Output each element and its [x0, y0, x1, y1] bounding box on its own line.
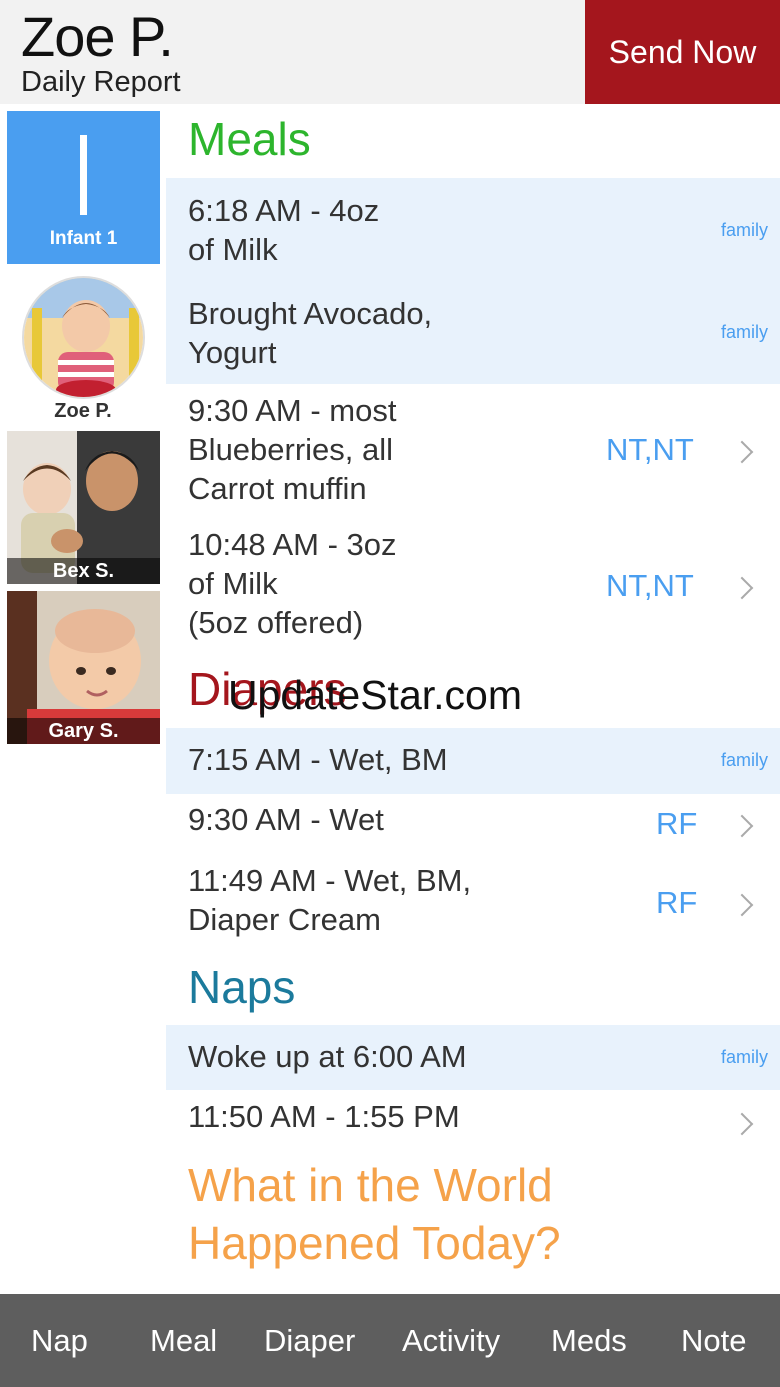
section-title-meals: Meals	[188, 113, 311, 165]
child-tile-gary[interactable]: Gary S.	[7, 591, 160, 744]
toolbar-nap-button[interactable]: Nap	[31, 1294, 88, 1387]
room-tile-infant-1[interactable]: Infant 1	[7, 111, 160, 264]
child-tile-name: Gary S.	[7, 718, 160, 744]
family-tag: family	[720, 322, 768, 342]
diaper-entry[interactable]: 11:49 AM - Wet, BM, Diaper Cream RF	[166, 856, 780, 950]
meal-entry[interactable]: 9:30 AM - most Blueberries, all Carrot m…	[166, 384, 780, 516]
staff-initials: RF	[656, 885, 698, 920]
chevron-right-icon	[730, 814, 754, 838]
nap-entry-text: Woke up at 6:00 AM	[188, 1039, 467, 1074]
nap-entry[interactable]: 11:50 AM - 1:55 PM	[166, 1090, 780, 1150]
selected-child-name: Zoe P.	[54, 400, 112, 422]
staff-initials: NT,NT	[606, 568, 694, 603]
meal-entry[interactable]: Brought Avocado, Yogurt family	[166, 282, 780, 384]
meal-entry-text: 10:48 AM - 3oz of Milk (5oz offered)	[188, 527, 397, 640]
meal-entry[interactable]: 10:48 AM - 3oz of Milk (5oz offered) NT,…	[166, 518, 780, 650]
child-sidebar: Infant 1 Zoe P. Bex S. Gary S.	[0, 104, 166, 1294]
chevron-right-icon	[730, 440, 754, 464]
chevron-right-icon	[730, 1112, 754, 1136]
staff-initials: NT,NT	[606, 432, 694, 467]
toolbar-meds-button[interactable]: Meds	[551, 1294, 627, 1387]
toolbar-meal-button[interactable]: Meal	[150, 1294, 217, 1387]
child-tile-name: Bex S.	[7, 558, 160, 584]
diaper-entry-text: 9:30 AM - Wet	[188, 802, 384, 837]
send-now-button[interactable]: Send Now	[585, 0, 780, 104]
section-title-naps: Naps	[188, 961, 296, 1013]
family-tag: family	[720, 220, 768, 240]
staff-initials: RF	[656, 806, 698, 841]
toolbar-diaper-button[interactable]: Diaper	[264, 1294, 355, 1387]
nap-entry[interactable]: Woke up at 6:00 AM family	[166, 1025, 780, 1090]
family-tag: family	[720, 750, 768, 770]
chevron-right-icon	[730, 893, 754, 917]
chevron-right-icon	[730, 576, 754, 600]
what-happened-prompt[interactable]: What in the World Happened Today?	[188, 1156, 561, 1272]
room-numeral-icon	[7, 135, 160, 219]
child-photo-zoe	[24, 278, 143, 397]
diaper-entry[interactable]: 9:30 AM - Wet RF	[166, 794, 780, 852]
meal-entry-text: 6:18 AM - 4oz of Milk	[188, 193, 380, 267]
report-header: Zoe P. Daily Report Send Now	[0, 0, 780, 104]
meal-entry-text: 9:30 AM - most Blueberries, all Carrot m…	[188, 393, 397, 506]
room-label: Infant 1	[49, 228, 118, 249]
report-subtitle: Daily Report	[21, 66, 181, 98]
diaper-entry[interactable]: 7:15 AM - Wet, BM family	[166, 728, 780, 794]
diaper-entry-text: 11:49 AM - Wet, BM, Diaper Cream	[188, 863, 472, 937]
toolbar-activity-button[interactable]: Activity	[402, 1294, 500, 1387]
toolbar-note-button[interactable]: Note	[681, 1294, 746, 1387]
child-name: Zoe P.	[21, 5, 174, 68]
child-tile-bex[interactable]: Bex S.	[7, 431, 160, 584]
nap-entry-text: 11:50 AM - 1:55 PM	[188, 1099, 460, 1134]
diaper-entry-text: 7:15 AM - Wet, BM	[188, 742, 448, 777]
family-tag: family	[720, 1047, 768, 1067]
meal-entry-text: Brought Avocado, Yogurt	[188, 296, 433, 370]
meal-entry[interactable]: 6:18 AM - 4oz of Milk family	[166, 178, 780, 282]
bottom-toolbar: Nap Meal Diaper Activity Meds Note	[0, 1294, 780, 1387]
watermark: UpdateStar.com	[228, 672, 522, 718]
selected-child-avatar[interactable]	[22, 276, 145, 399]
